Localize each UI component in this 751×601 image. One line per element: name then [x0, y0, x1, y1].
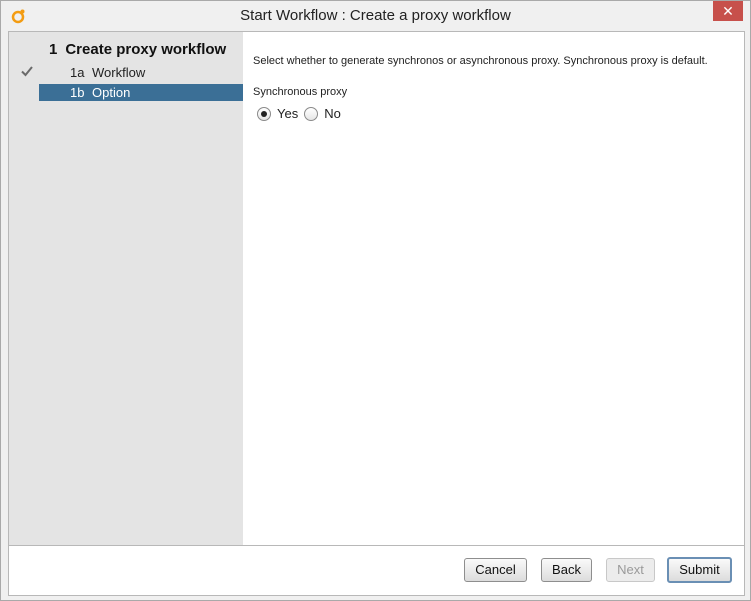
step-sidebar: 1 Create proxy workflow 1a Workflow 1b Opti… — [9, 32, 243, 545]
footer-divider — [9, 545, 744, 546]
radio-no[interactable] — [304, 106, 319, 121]
step-heading: 1 Create proxy workflow — [49, 41, 226, 58]
cancel-button[interactable]: Cancel — [464, 558, 527, 582]
dialog-body: 1 Create proxy workflow 1a Workflow 1b Opti… — [8, 31, 745, 596]
close-icon: ✕ — [722, 3, 734, 19]
substep-number: 1b — [70, 85, 85, 100]
content-panel: Select whether to generate synchronos or… — [243, 32, 744, 545]
back-button[interactable]: Back — [541, 558, 592, 582]
sidebar-item-workflow[interactable]: 1a Workflow — [39, 64, 243, 81]
checkmark-icon — [21, 66, 33, 77]
close-button[interactable]: ✕ — [713, 1, 743, 21]
radio-yes[interactable] — [257, 106, 271, 121]
synchronous-proxy-label: Synchronous proxy — [253, 86, 348, 98]
substep-number: 1a — [70, 65, 85, 80]
instruction-text: Select whether to generate synchronos or… — [253, 55, 708, 67]
substep-label: Option — [92, 85, 131, 100]
step-number: 1 — [49, 41, 58, 58]
sidebar-item-option[interactable]: 1b Option — [39, 84, 243, 101]
title-bar[interactable]: Start Workflow : Create a proxy workflow… — [1, 1, 750, 31]
radio-yes-label[interactable]: Yes — [277, 106, 298, 121]
submit-button[interactable]: Submit — [667, 557, 732, 583]
next-button[interactable]: Next — [606, 558, 655, 582]
dialog-window: Start Workflow : Create a proxy workflow… — [0, 0, 751, 601]
step-title: Create proxy workflow — [65, 41, 227, 58]
radio-no-label[interactable]: No — [324, 106, 341, 121]
substep-label: Workflow — [92, 65, 146, 80]
synchronous-proxy-radio-group: Yes No — [257, 106, 347, 121]
window-title: Start Workflow : Create a proxy workflow — [240, 7, 511, 24]
